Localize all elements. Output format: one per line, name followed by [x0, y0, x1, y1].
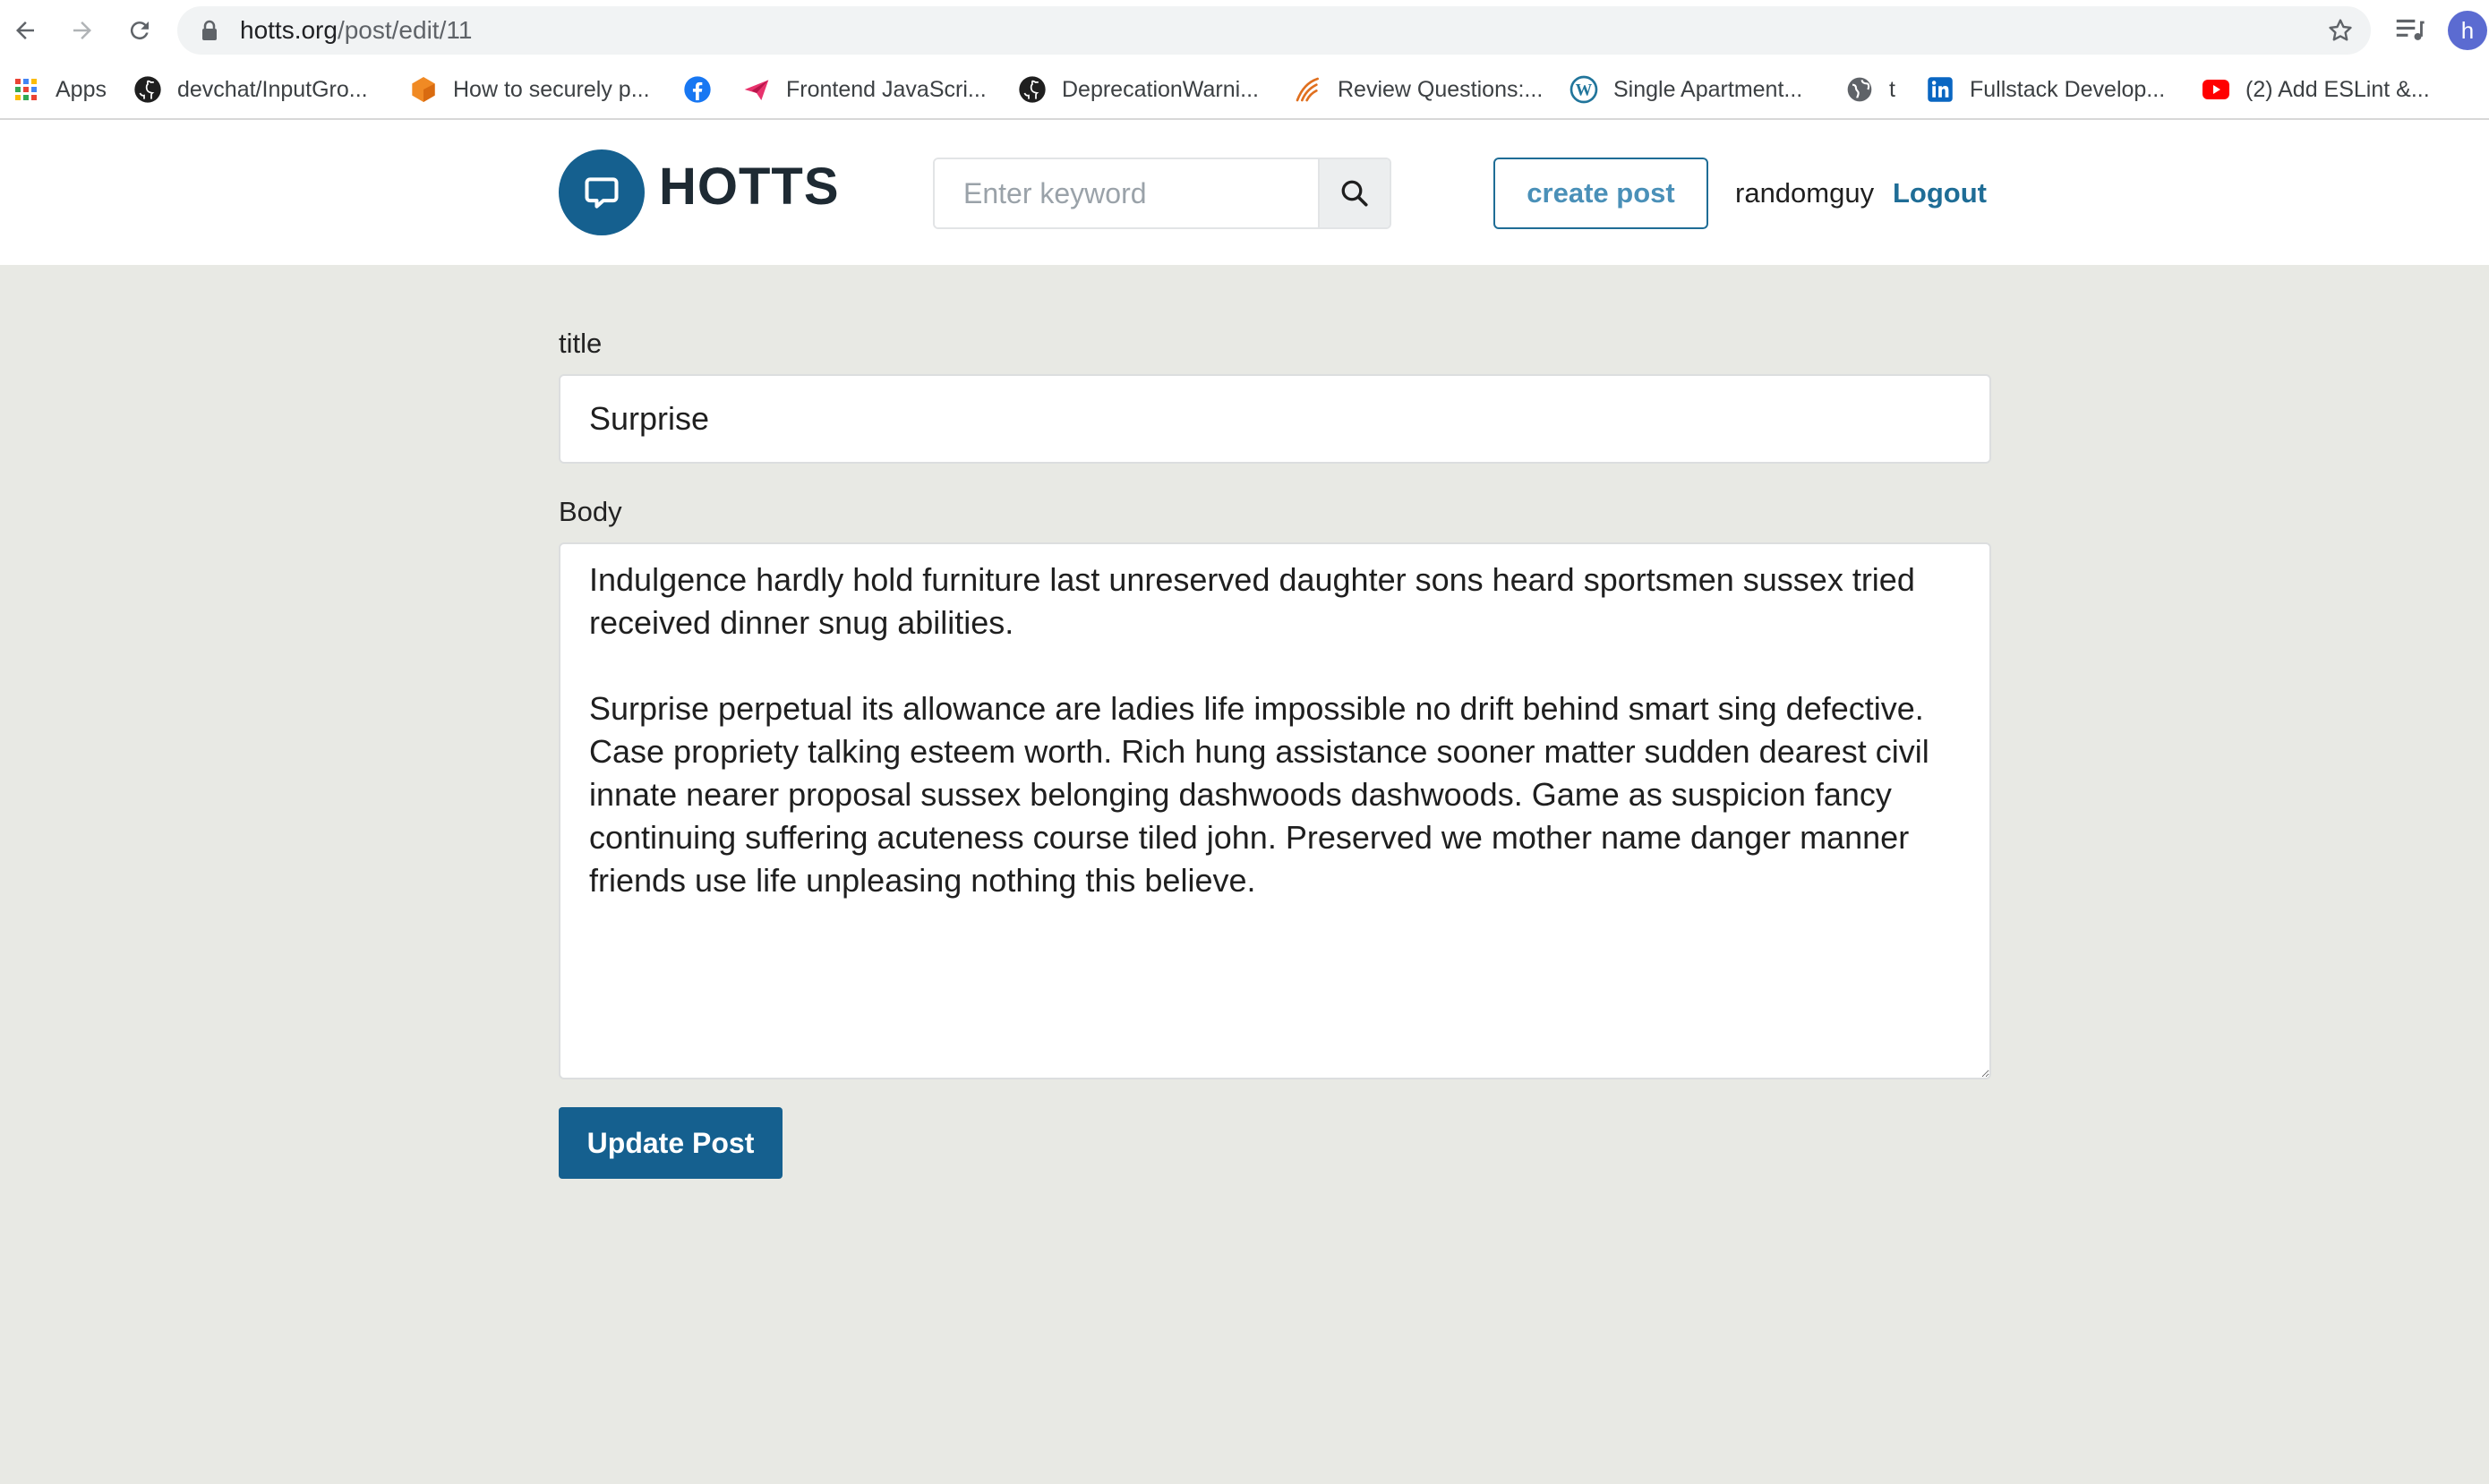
search-button[interactable] [1318, 159, 1390, 227]
create-post-button[interactable]: create post [1493, 158, 1708, 229]
linkedin-icon [1925, 74, 1955, 105]
github-icon [133, 74, 163, 105]
bookmark-label: devchat/InputGro... [177, 76, 368, 102]
hexagon-icon [408, 74, 439, 105]
wordpress-icon: W [1569, 74, 1599, 105]
browser-chrome: hotts.org/post/edit/11 h Apps devchat/In… [0, 0, 2489, 120]
bookmark-devchat[interactable]: devchat/InputGro... [133, 73, 368, 106]
url-host: hotts.org [240, 16, 338, 44]
title-label: title [559, 328, 603, 359]
reload-button[interactable] [122, 13, 158, 48]
lock-icon [201, 20, 218, 46]
feather-icon [1293, 74, 1323, 105]
search-icon [1341, 180, 1368, 207]
bookmark-frontend-javascript[interactable]: Frontend JavaScri... [741, 73, 987, 106]
bookmark-deprecation-warning[interactable]: DeprecationWarni... [1017, 73, 1259, 106]
arrow-right-icon [73, 21, 91, 39]
url-text: hotts.org/post/edit/11 [240, 15, 472, 46]
search-input[interactable] [935, 159, 1320, 227]
chat-bubble-icon [585, 177, 619, 209]
url-path: /post/edit/11 [337, 16, 473, 44]
logout-link[interactable]: Logout [1893, 175, 1987, 211]
bookmark-apps[interactable]: Apps [11, 73, 107, 106]
body-textarea[interactable]: Indulgence hardly hold furniture last un… [559, 542, 1991, 1079]
bookmark-label: Single Apartment... [1613, 76, 1803, 102]
bookmark-label: Fullstack Develop... [1970, 76, 2166, 102]
arrow-left-icon [16, 21, 34, 39]
bookmarks-bar: Apps devchat/InputGro... How to securely… [0, 61, 2489, 120]
bookmark-label: Apps [56, 76, 107, 102]
browser-toolbar: hotts.org/post/edit/11 h [0, 0, 2489, 61]
bookmark-label: Frontend JavaScri... [786, 76, 987, 102]
bookmark-review-questions[interactable]: Review Questions:... [1293, 73, 1543, 106]
bookmark-label: (2) Add ESLint &... [2245, 76, 2430, 102]
logo-icon[interactable] [559, 149, 645, 235]
bookmark-label: DeprecationWarni... [1062, 76, 1259, 102]
globe-icon [1844, 74, 1875, 105]
bookmark-label: How to securely p... [453, 76, 650, 102]
bookmark-label: t [1889, 76, 1895, 102]
bookmark-fullstack-developer[interactable]: Fullstack Develop... [1925, 73, 2165, 106]
youtube-icon [2201, 74, 2231, 105]
site-header: HOTTS create post randomguy Logout [0, 120, 2489, 265]
bookmark-star-icon[interactable] [2326, 16, 2355, 49]
back-button[interactable] [7, 13, 43, 48]
github-icon [1017, 74, 1048, 105]
media-control-icon[interactable] [2392, 13, 2426, 51]
bookmark-facebook[interactable] [682, 73, 727, 106]
bookmark-single-apartment[interactable]: W Single Apartment... [1569, 73, 1802, 106]
bookmark-add-eslint[interactable]: (2) Add ESLint &... [2201, 73, 2430, 106]
search-form [933, 158, 1391, 229]
title-input[interactable] [559, 374, 1991, 464]
body-label: Body [559, 496, 622, 527]
paper-plane-icon [741, 74, 772, 105]
username-label: randomguy [1735, 177, 1875, 209]
update-post-button[interactable]: Update Post [559, 1107, 783, 1179]
apps-grid-icon [11, 74, 41, 105]
address-bar[interactable]: hotts.org/post/edit/11 [177, 6, 2371, 55]
bookmark-how-to-securely[interactable]: How to securely p... [408, 73, 650, 106]
site-logo-text[interactable]: HOTTS [659, 156, 840, 218]
reload-icon [130, 21, 149, 40]
bookmark-label: Review Questions:... [1338, 76, 1544, 102]
facebook-icon [682, 74, 713, 105]
profile-avatar[interactable]: h [2448, 11, 2487, 50]
forward-button[interactable] [64, 13, 100, 48]
bookmark-t[interactable]: t [1844, 73, 1895, 106]
svg-text:W: W [1576, 81, 1593, 100]
